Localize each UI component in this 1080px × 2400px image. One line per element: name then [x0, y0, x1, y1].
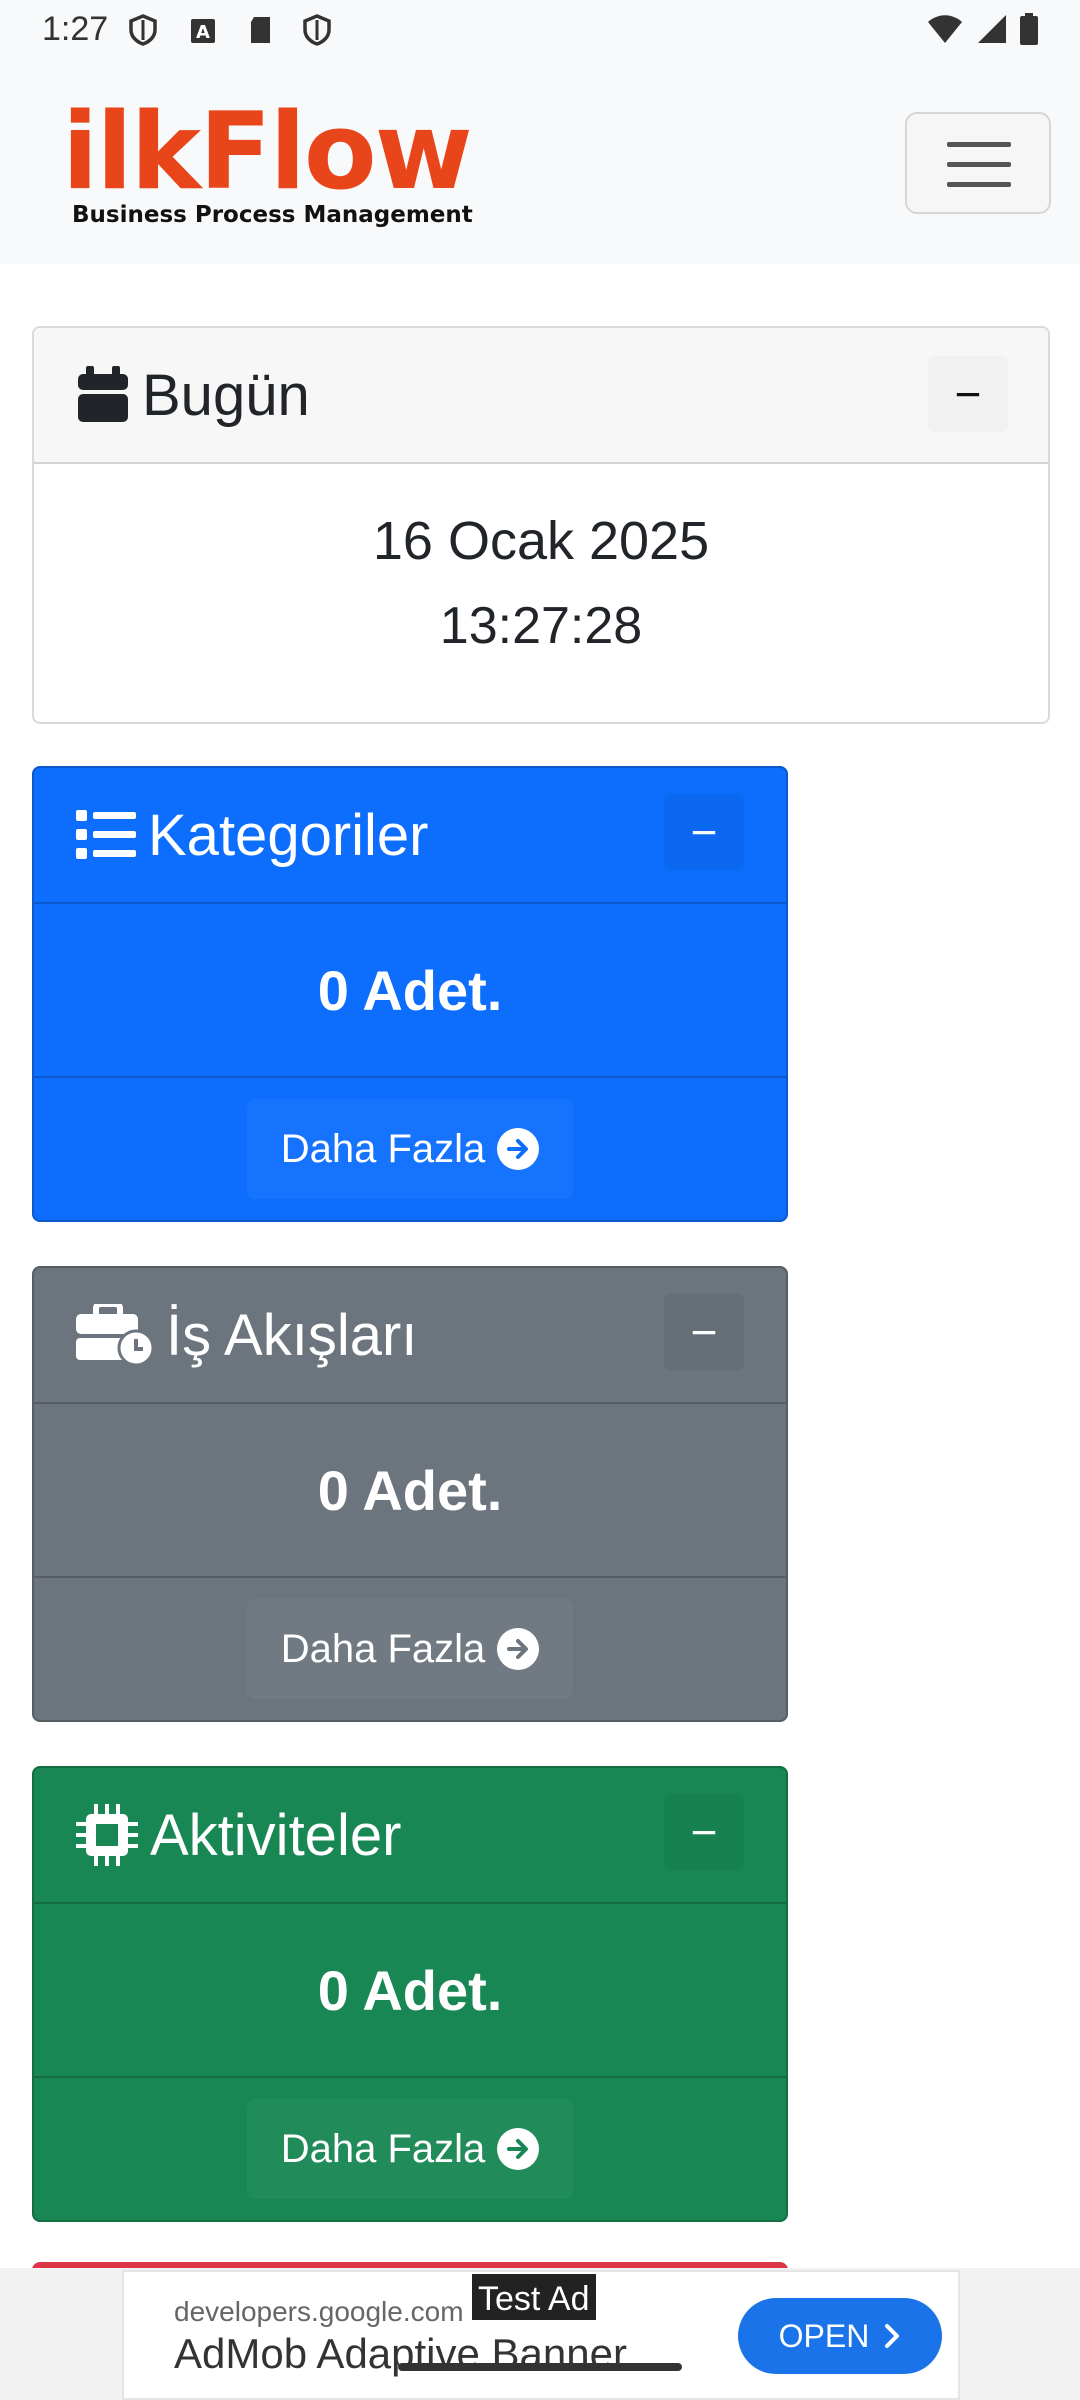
today-date: 16 Ocak 2025 — [372, 511, 710, 571]
font-app-icon: A — [191, 19, 215, 43]
home-indicator[interactable] — [398, 2363, 682, 2371]
collapse-button[interactable]: − — [664, 1794, 744, 1870]
microchip-icon — [76, 1804, 138, 1866]
categories-card-header: Kategoriler − — [34, 768, 786, 904]
collapse-button[interactable]: − — [664, 1294, 744, 1370]
status-time: 1:27 — [42, 10, 109, 48]
more-label: Daha Fazla — [280, 1626, 486, 1671]
collapse-button[interactable]: − — [928, 356, 1008, 432]
wifi-icon — [928, 15, 962, 43]
arrow-right-circle-icon — [497, 2128, 540, 2170]
shield-icon — [303, 14, 331, 46]
logo-text: ilkFlow — [62, 90, 473, 213]
navbar: ilkFlow Business Process Management — [0, 62, 1080, 264]
minus-icon: − — [690, 806, 718, 858]
chevron-right-icon — [885, 2324, 900, 2348]
shield-icon — [129, 14, 157, 46]
status-bar: 1:27 A — [0, 0, 1080, 62]
workflows-card: İş Akışları − 0 Adet. Daha Fazla — [32, 1266, 788, 1722]
activities-title: Aktiviteler — [150, 1802, 402, 1868]
workflows-count: 0 Adet. — [34, 1404, 786, 1578]
collapse-button[interactable]: − — [664, 794, 744, 870]
menu-toggle-button[interactable] — [905, 112, 1051, 214]
today-card-header: Bugün − — [34, 328, 1048, 464]
ad-banner: developers.google.com AdMob Adaptive Ban… — [0, 2268, 1080, 2400]
calendar-icon — [78, 366, 128, 422]
categories-card: Kategoriler − 0 Adet. Daha Fazla — [32, 766, 788, 1222]
battery-icon — [1020, 13, 1038, 45]
ad-open-button[interactable]: OPEN — [738, 2298, 942, 2374]
hamburger-icon — [947, 142, 1011, 147]
more-label: Daha Fazla — [280, 1126, 486, 1171]
today-time: 13:27:28 — [439, 597, 643, 655]
ad-open-label: OPEN — [778, 2317, 870, 2354]
arrow-right-circle-icon — [497, 1628, 540, 1670]
workflows-card-header: İş Akışları − — [34, 1268, 786, 1404]
business-time-icon — [76, 1304, 154, 1366]
svg-text:A: A — [196, 22, 210, 43]
ad-container[interactable]: developers.google.com AdMob Adaptive Ban… — [122, 2270, 960, 2400]
minus-icon: − — [690, 1306, 718, 1358]
minus-icon: − — [954, 368, 982, 420]
ad-domain: developers.google.com — [174, 2296, 464, 2327]
activities-more-button[interactable]: Daha Fazla — [246, 2099, 574, 2199]
activities-card: Aktiviteler − 0 Adet. Daha Fazla — [32, 1766, 788, 2222]
arrow-right-circle-icon — [497, 1128, 540, 1170]
activities-card-header: Aktiviteler − — [34, 1768, 786, 1904]
list-icon — [76, 810, 136, 859]
categories-title: Kategoriler — [148, 802, 429, 868]
logo[interactable]: ilkFlow Business Process Management — [62, 90, 473, 229]
workflows-more-button[interactable]: Daha Fazla — [246, 1599, 574, 1699]
today-card: Bugün − 16 Ocak 2025 13:27:28 — [32, 326, 1050, 724]
signal-icon — [978, 15, 1006, 43]
today-title: Bugün — [142, 362, 310, 428]
more-label: Daha Fazla — [280, 2126, 486, 2171]
test-ad-badge: Test Ad — [470, 2272, 598, 2322]
workflows-title: İş Akışları — [166, 1302, 418, 1368]
sd-card-icon — [251, 17, 270, 43]
activities-count: 0 Adet. — [34, 1904, 786, 2078]
minus-icon: − — [690, 1806, 718, 1858]
categories-count: 0 Adet. — [34, 904, 786, 1078]
categories-more-button[interactable]: Daha Fazla — [246, 1099, 574, 1199]
logo-subtitle: Business Process Management — [72, 202, 473, 228]
